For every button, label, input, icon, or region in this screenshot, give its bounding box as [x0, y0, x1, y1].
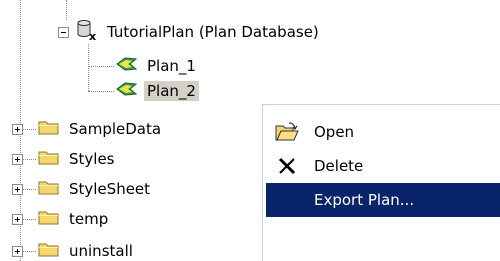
svg-text:x: x — [89, 30, 96, 41]
sampledata-label: SampleData — [69, 120, 162, 138]
plan-1-label: Plan_1 — [147, 57, 196, 75]
plan-2-label: Plan_2 — [144, 81, 199, 101]
folder-icon — [38, 149, 60, 169]
context-menu: Open Delete Export Plan... — [262, 104, 500, 261]
tree-node-sampledata[interactable]: SampleData — [38, 118, 164, 140]
file-tree-window: x TutorialPlan (Plan Database) Plan_1 Pl… — [0, 0, 500, 261]
tree-node-styles[interactable]: Styles — [38, 148, 118, 170]
menu-delete-label: Delete — [314, 157, 364, 175]
menu-item-open[interactable]: Open — [266, 115, 500, 149]
plan-icon — [116, 56, 138, 76]
stylesheet-label: StyleSheet — [69, 180, 151, 198]
expand-temp-expander[interactable] — [12, 214, 23, 225]
menu-export-plan-label: Export Plan... — [314, 191, 415, 209]
database-label: TutorialPlan (Plan Database) — [107, 23, 319, 41]
folder-icon — [38, 209, 60, 229]
temp-label: temp — [69, 210, 109, 228]
menu-item-export-plan[interactable]: Export Plan... — [266, 183, 500, 217]
plan-icon — [116, 81, 138, 101]
menu-open-label: Open — [314, 123, 355, 141]
open-folder-icon — [274, 121, 300, 143]
tree-node-plan-1[interactable]: Plan_1 — [116, 55, 199, 77]
menu-item-delete[interactable]: Delete — [266, 149, 500, 183]
tree-guide-line-plans — [88, 44, 89, 91]
menu-item-spacer — [274, 189, 300, 211]
folder-icon — [38, 119, 60, 139]
expand-styles-expander[interactable] — [12, 154, 23, 165]
folder-icon — [38, 241, 60, 261]
tree-guide-line-parent — [66, 0, 67, 20]
tree-branch-plan1 — [88, 66, 114, 67]
folder-icon — [38, 179, 60, 199]
tree-node-stylesheet[interactable]: StyleSheet — [38, 178, 153, 200]
plan-database-icon: x — [76, 19, 98, 45]
expand-stylesheet-expander[interactable] — [12, 184, 23, 195]
collapse-database-expander[interactable] — [58, 27, 69, 38]
tree-node-plan-2[interactable]: Plan_2 — [116, 80, 199, 102]
delete-x-icon — [274, 155, 300, 177]
expand-uninstall-expander[interactable] — [12, 246, 23, 257]
uninstall-label: uninstall — [69, 242, 133, 260]
styles-label: Styles — [69, 150, 115, 168]
tree-node-database[interactable]: x TutorialPlan (Plan Database) — [76, 19, 322, 45]
tree-branch-plan2 — [88, 91, 114, 92]
expand-sampledata-expander[interactable] — [12, 124, 23, 135]
tree-node-temp[interactable]: temp — [38, 208, 111, 230]
tree-node-uninstall[interactable]: uninstall — [38, 240, 136, 261]
